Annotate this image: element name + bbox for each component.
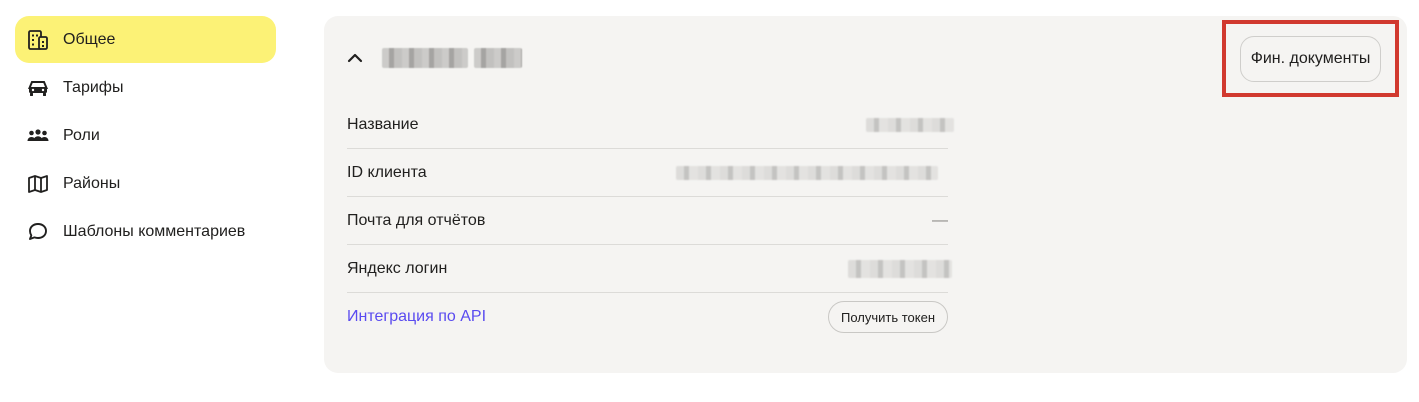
row-name: Название — [347, 101, 954, 149]
name-value-redacted — [866, 117, 954, 132]
client-id-label: ID клиента — [347, 163, 427, 181]
row-yandex-login: Яндекс логин — [347, 245, 952, 293]
sidebar-item-districts[interactable]: Районы — [15, 160, 276, 207]
chevron-up-icon[interactable] — [344, 47, 366, 69]
settings-page: Общее Тарифы Роли Районы Шаблоны коммент… — [0, 0, 1419, 402]
sidebar-item-label: Шаблоны комментариев — [63, 222, 246, 240]
car-icon — [27, 77, 49, 99]
login-value-redacted — [848, 259, 952, 278]
card-header — [344, 42, 522, 74]
sidebar-item-roles[interactable]: Роли — [15, 112, 276, 159]
sidebar-item-label: Тарифы — [63, 78, 124, 96]
sidebar-item-comment-templates[interactable]: Шаблоны комментариев — [15, 208, 276, 255]
name-label: Название — [347, 115, 419, 133]
fin-documents-button[interactable]: Фин. документы — [1239, 35, 1382, 82]
row-client-id: ID клиента — [347, 149, 948, 197]
info-rows: Название ID клиента Почта для отчётов — … — [347, 101, 954, 341]
redacted-block — [382, 48, 468, 68]
users-icon — [27, 125, 49, 147]
login-label: Яндекс логин — [347, 259, 448, 277]
api-integration-link[interactable]: Интеграция по API — [347, 308, 486, 326]
sidebar-item-label: Общее — [63, 30, 116, 48]
sidebar-item-tariffs[interactable]: Тарифы — [15, 64, 276, 111]
row-report-email: Почта для отчётов — — [347, 197, 948, 245]
highlight-frame: Фин. документы — [1222, 20, 1399, 97]
building-icon — [27, 29, 49, 51]
client-id-value-redacted — [676, 165, 938, 180]
sidebar-item-general[interactable]: Общее — [15, 16, 276, 63]
company-name-redacted — [382, 48, 522, 68]
company-info-card: Фин. документы Название ID клиента Почта… — [324, 16, 1407, 373]
sidebar-item-label: Роли — [63, 126, 100, 144]
get-token-button[interactable]: Получить токен — [827, 301, 948, 333]
sidebar-item-label: Районы — [63, 174, 121, 192]
sidebar: Общее Тарифы Роли Районы Шаблоны коммент… — [15, 16, 276, 256]
email-label: Почта для отчётов — [347, 211, 486, 229]
map-icon — [27, 173, 49, 195]
redacted-block — [474, 48, 522, 68]
row-api-integration: Интеграция по API Получить токен — [347, 293, 948, 341]
email-value: — — [932, 211, 948, 229]
comment-icon — [27, 221, 49, 243]
